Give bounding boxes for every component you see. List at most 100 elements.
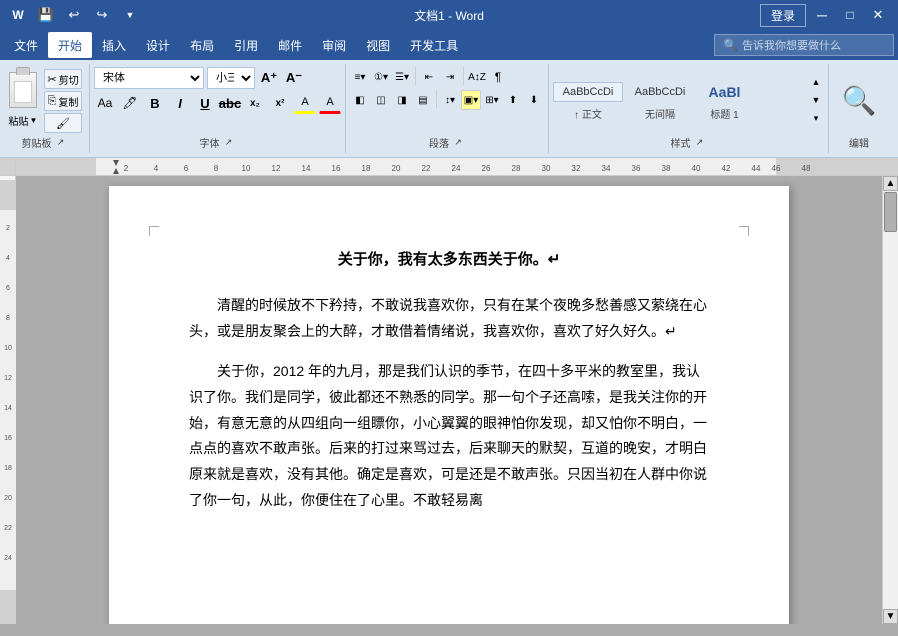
font-color-btn[interactable]: A [319, 92, 341, 114]
vertical-ruler: 2 4 6 8 10 12 14 16 18 20 22 24 [0, 176, 16, 624]
underline-btn[interactable]: U [194, 92, 216, 114]
sort-btn[interactable]: A↕Z [467, 67, 487, 87]
style-label-heading1: 标题 1 [697, 106, 752, 121]
style-item-no-spacing[interactable]: AaBbCcDi [625, 82, 695, 102]
strikethrough-btn[interactable]: abc [219, 92, 241, 114]
show-para-btn[interactable]: ¶ [488, 67, 508, 87]
menu-item-layout[interactable]: 布局 [180, 32, 224, 58]
redo-icon[interactable]: ↪ [92, 5, 112, 25]
ribbon-search-box[interactable]: 🔍 告诉我你想要做什么 [714, 34, 894, 56]
close-button[interactable]: ✕ [866, 1, 890, 29]
menu-item-design[interactable]: 设计 [136, 32, 180, 58]
document-paragraph-1[interactable]: 清醒的时候放不下矜持，不敢说我喜欢你，只有在某个夜晚多愁善感又萦绕在心头，或是朋… [189, 293, 709, 345]
maximize-button[interactable]: □ [838, 1, 862, 29]
bullet-list-btn[interactable]: ≡▾ [350, 67, 370, 87]
clipboard-label: 剪贴板 ↗ [4, 133, 85, 150]
align-right-btn[interactable]: ◨ [392, 90, 412, 110]
align-center-btn[interactable]: ◫ [371, 90, 391, 110]
menu-item-view[interactable]: 视图 [356, 32, 400, 58]
title-bar-left: W 💾 ↩ ↪ ▼ [8, 5, 140, 25]
font-name-row: 宋体 小三 A⁺ A⁻ [94, 67, 305, 89]
font-shrink-btn[interactable]: A⁻ [283, 67, 305, 89]
cut-button[interactable]: ✂ 剪切 [44, 69, 82, 89]
svg-text:14: 14 [302, 164, 311, 173]
para-spacing-btn1[interactable]: ⬆ [503, 90, 523, 110]
document-title[interactable]: 关于你，我有太多东西关于你。↵ [189, 246, 709, 273]
svg-text:18: 18 [4, 465, 12, 472]
document-paragraph-2[interactable]: 关于你，2012 年的九月，那是我们认识的季节，在四十多平米的教室里，我认识了你… [189, 359, 709, 514]
increase-indent-btn[interactable]: ⇥ [440, 67, 460, 87]
format-paint-button[interactable]: 🖌 [44, 113, 82, 133]
para-spacing-btn2[interactable]: ⬇ [524, 90, 544, 110]
style-scroll-btns: ▲ ▼ ▾ [808, 74, 824, 126]
paragraph-label: 段落 ↗ [350, 133, 544, 150]
menu-item-references[interactable]: 引用 [224, 32, 268, 58]
subscript-btn[interactable]: x₂ [244, 92, 266, 114]
svg-text:14: 14 [4, 405, 12, 412]
vertical-ruler-svg: 2 4 6 8 10 12 14 16 18 20 22 24 [0, 180, 16, 624]
document-scroll[interactable]: 关于你，我有太多东西关于你。↵ 清醒的时候放不下矜持，不敢说我喜欢你，只有在某个… [16, 176, 882, 624]
bold-btn[interactable]: B [144, 92, 166, 114]
style-item-normal[interactable]: AaBbCcDi [553, 82, 623, 102]
font-size-select[interactable]: 小三 [207, 67, 255, 89]
scroll-thumb[interactable] [884, 192, 897, 232]
clipboard-group-content: 粘贴▼ ✂ 剪切 ⎘ 复制 🖌 [4, 67, 85, 133]
svg-text:30: 30 [542, 164, 551, 173]
clipboard-small-btns: ✂ 剪切 ⎘ 复制 🖌 [44, 69, 82, 133]
paste-button[interactable]: 粘贴▼ [4, 67, 42, 128]
menu-item-insert[interactable]: 插入 [92, 32, 136, 58]
scroll-up-btn[interactable]: ▲ [883, 176, 898, 191]
numbered-list-btn[interactable]: ①▾ [371, 67, 391, 87]
styles-expand-btn[interactable]: ↗ [693, 136, 707, 150]
undo-icon[interactable]: ↩ [64, 5, 84, 25]
clipboard-expand-btn[interactable]: ↗ [54, 136, 68, 150]
svg-text:6: 6 [6, 285, 10, 292]
corner-tl [149, 226, 159, 236]
copy-button[interactable]: ⎘ 复制 [44, 91, 82, 111]
paste-label: 粘贴▼ [9, 113, 38, 128]
svg-text:16: 16 [332, 164, 341, 173]
decrease-indent-btn[interactable]: ⇤ [419, 67, 439, 87]
paragraph-expand-btn[interactable]: ↗ [451, 136, 465, 150]
menu-item-developer[interactable]: 开发工具 [400, 32, 468, 58]
font-label: 字体 ↗ [94, 133, 341, 150]
styles-group: AaBbCcDi AaBbCcDi AaBl ↑ 正文 无间隔 [549, 64, 829, 153]
font-grow-btn[interactable]: A⁺ [258, 67, 280, 89]
svg-text:28: 28 [512, 164, 521, 173]
justify-btn[interactable]: ▤ [413, 90, 433, 110]
shading-btn[interactable]: ▣▾ [461, 90, 481, 110]
change-case-btn[interactable]: Aa [94, 92, 116, 114]
menu-item-home[interactable]: 开始 [48, 32, 92, 58]
login-button[interactable]: 登录 [760, 4, 806, 27]
vertical-scrollbar[interactable]: ▲ ▼ [882, 176, 898, 624]
svg-text:20: 20 [4, 495, 12, 502]
save-icon[interactable]: 💾 [36, 5, 56, 25]
svg-text:20: 20 [392, 164, 401, 173]
svg-text:8: 8 [6, 315, 10, 322]
style-scroll-up-btn[interactable]: ▲ [808, 74, 824, 90]
scroll-track[interactable] [883, 191, 898, 609]
style-more-btn[interactable]: ▾ [808, 110, 824, 126]
font-name-select[interactable]: 宋体 [94, 67, 204, 89]
font-format-row: Aa 🖊 B I U abc x₂ x² A A [94, 92, 341, 114]
style-item-heading1[interactable]: AaBl [697, 80, 752, 104]
style-scroll-down-btn[interactable]: ▼ [808, 92, 824, 108]
menu-item-review[interactable]: 审阅 [312, 32, 356, 58]
line-spacing-btn[interactable]: ↕▾ [440, 90, 460, 110]
menu-item-mailing[interactable]: 邮件 [268, 32, 312, 58]
minimize-button[interactable]: ─ [810, 1, 834, 29]
highlight-btn[interactable]: A [294, 92, 316, 114]
superscript-btn[interactable]: x² [269, 92, 291, 114]
scroll-down-btn[interactable]: ▼ [883, 609, 898, 624]
align-left-btn[interactable]: ◧ [350, 90, 370, 110]
menu-bar: 文件 开始 插入 设计 布局 引用 邮件 审阅 视图 开发工具 🔍 告诉我你想要… [0, 30, 898, 60]
multilevel-list-btn[interactable]: ☰▾ [392, 67, 412, 87]
quick-access-dropdown[interactable]: ▼ [120, 5, 140, 25]
borders-btn[interactable]: ⊞▾ [482, 90, 502, 110]
toolbar: 粘贴▼ ✂ 剪切 ⎘ 复制 🖌 剪贴板 ↗ [0, 60, 898, 158]
menu-item-file[interactable]: 文件 [4, 32, 48, 58]
para-list-row: ≡▾ ①▾ ☰▾ ⇤ ⇥ A↕Z ¶ [350, 67, 508, 87]
font-expand-btn[interactable]: ↗ [222, 136, 236, 150]
clear-format-btn[interactable]: 🖊 [119, 92, 141, 114]
italic-btn[interactable]: I [169, 92, 191, 114]
